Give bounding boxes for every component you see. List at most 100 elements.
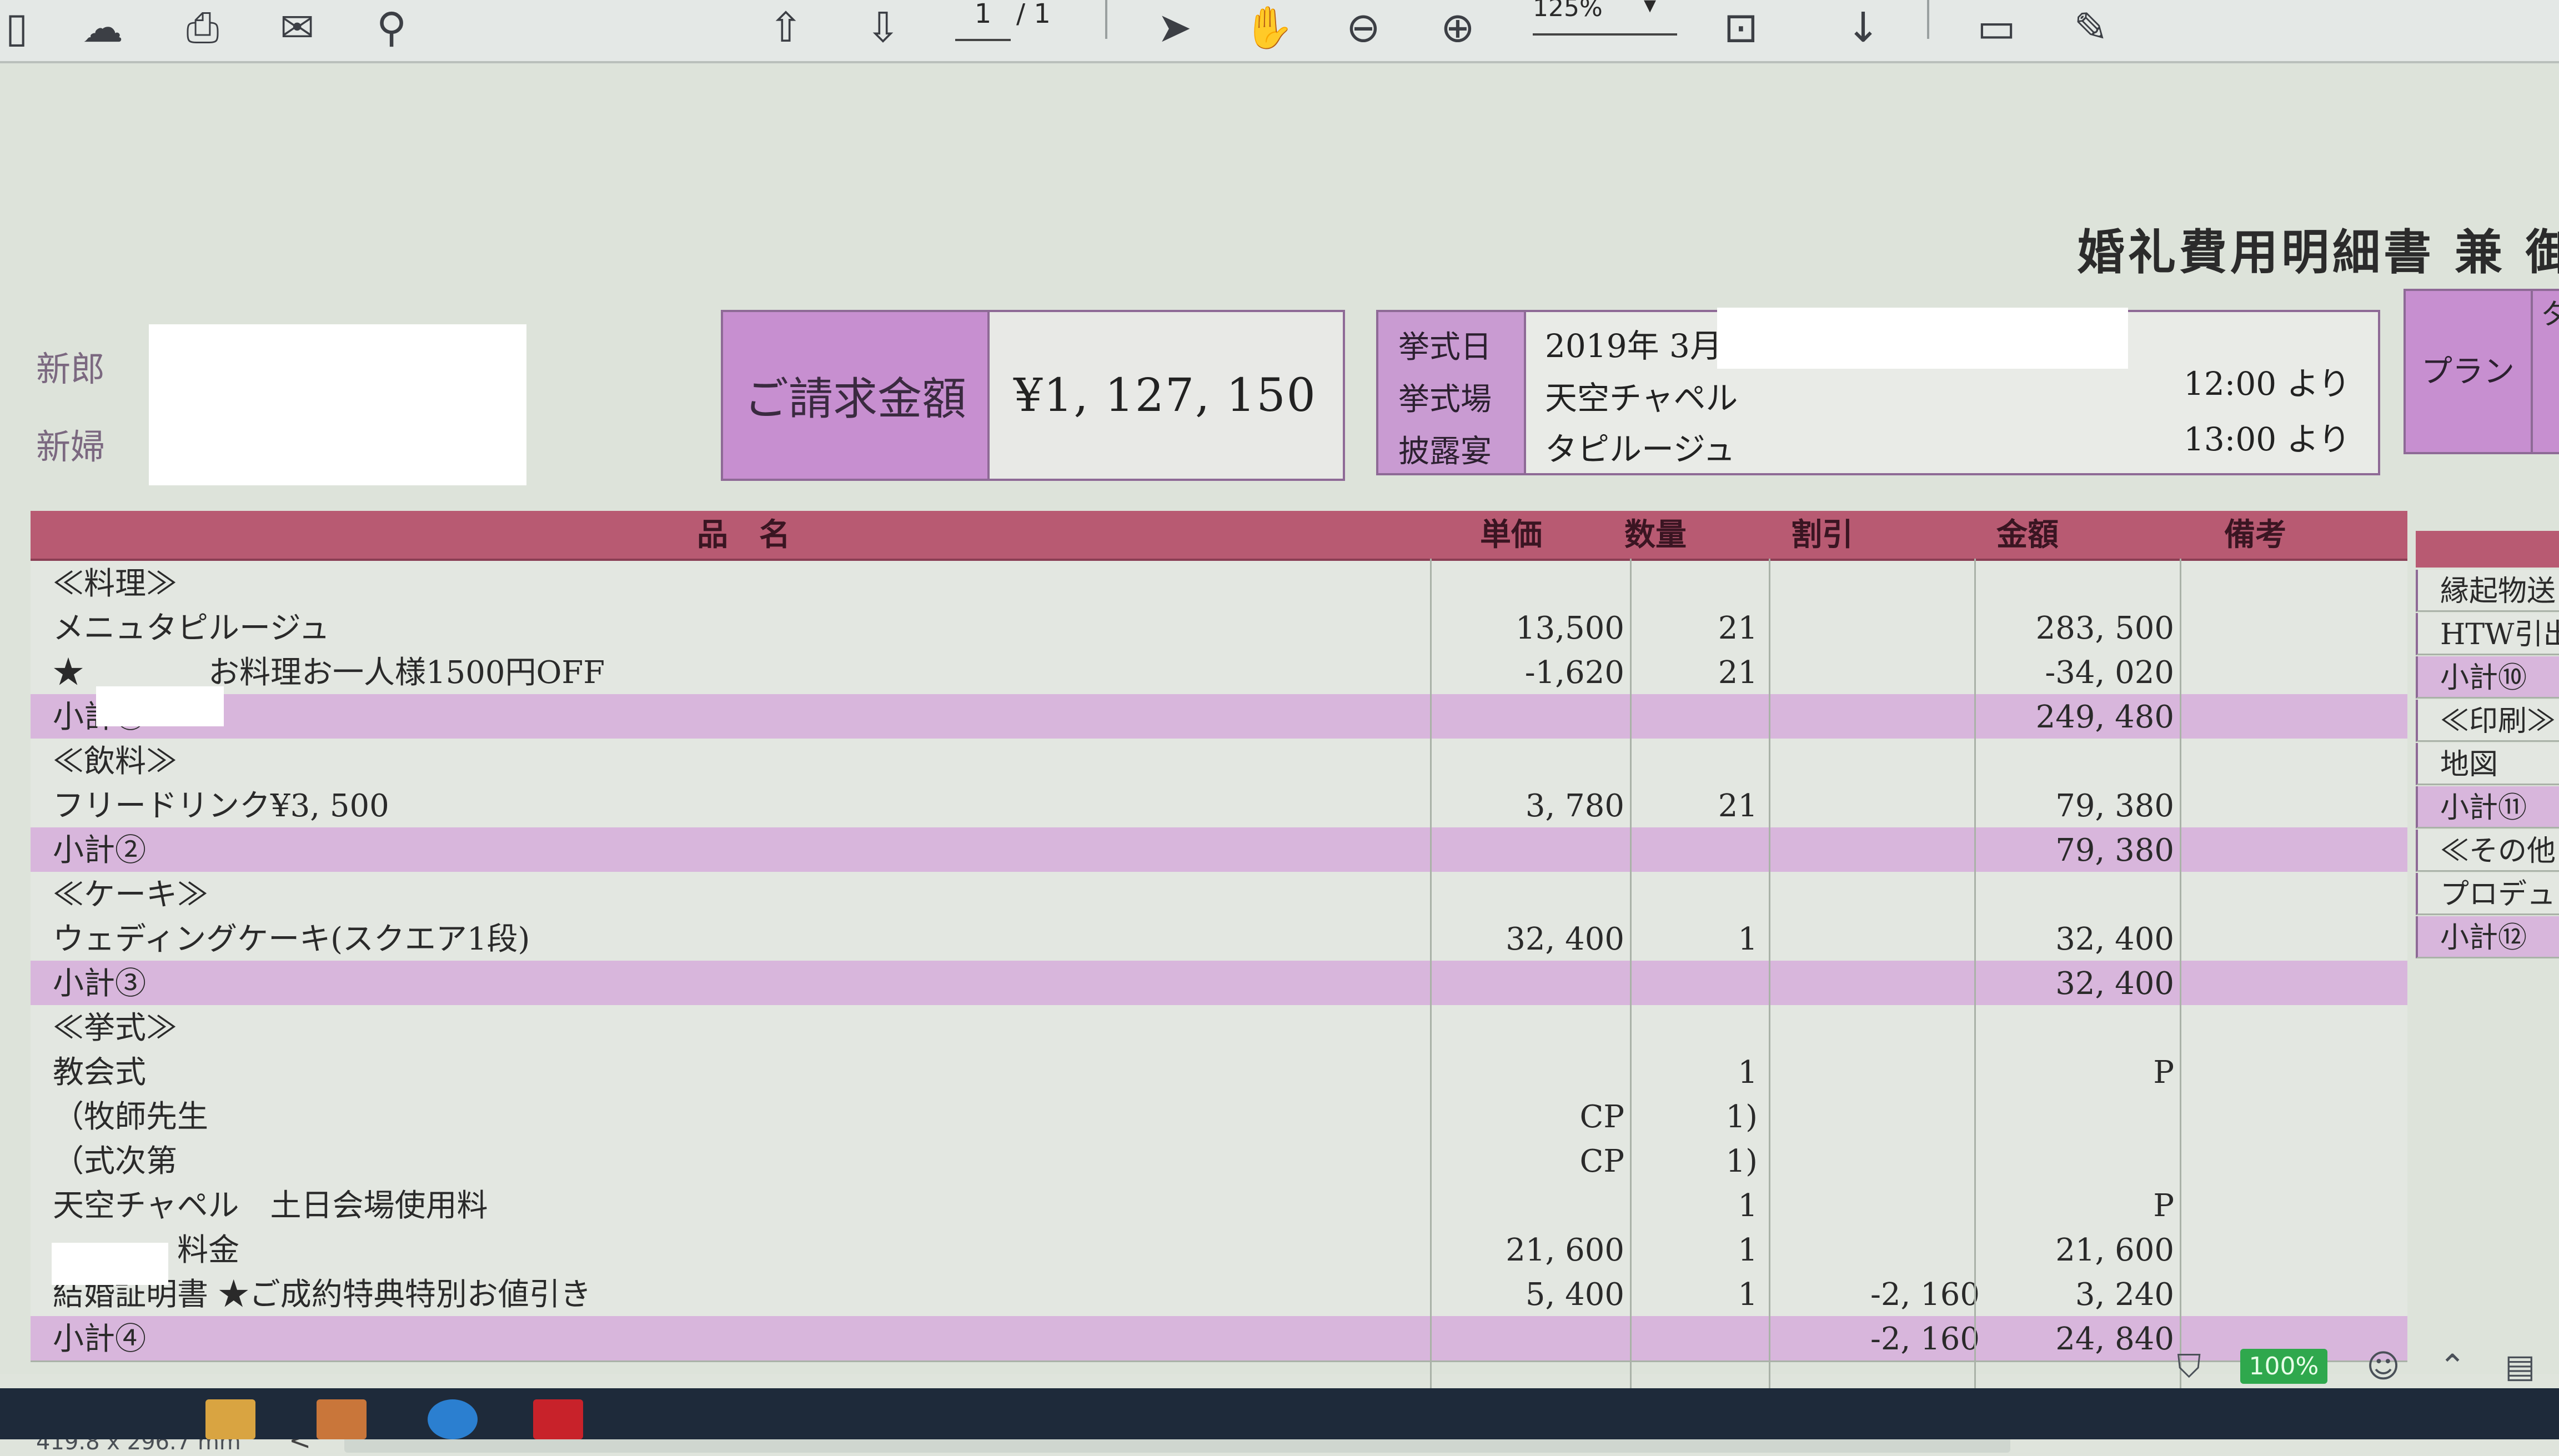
cell-quantity bbox=[1641, 827, 1758, 872]
cell-quantity: 1) bbox=[1725, 1143, 1758, 1179]
email-icon[interactable]: ✉ bbox=[267, 0, 328, 56]
cell-note bbox=[2185, 739, 2396, 783]
cell-quantity: 21 bbox=[1718, 610, 1758, 646]
cell-discount: -2, 160 bbox=[1870, 1277, 1980, 1313]
cell-unit-price bbox=[1441, 694, 1624, 739]
cell-item-name: （式次第 bbox=[53, 1143, 177, 1179]
comment-icon[interactable]: ▭ bbox=[1966, 0, 2027, 56]
cell-amount: 3, 240 bbox=[2075, 1277, 2174, 1313]
cell-note bbox=[2185, 916, 2396, 961]
table-row: 料金 21, 600 1 21, 600 bbox=[31, 1227, 2407, 1273]
reception-time: 13:00 より bbox=[2184, 420, 2351, 458]
cell-discount bbox=[1780, 1227, 1980, 1272]
table-row: 教会式 1 P bbox=[31, 1050, 2407, 1096]
venue-value: 天空チャペル bbox=[1545, 379, 1738, 417]
table-row: フリードリンク¥3, 500 3, 780 21 79, 380 bbox=[31, 783, 2407, 829]
battery-indicator[interactable]: 100% bbox=[2240, 1348, 2328, 1384]
pen-icon[interactable]: ✎ bbox=[2060, 0, 2121, 56]
info-labels-column: 挙式日 挙式場 披露宴 bbox=[1378, 312, 1526, 473]
cell-item-name: ≪飲料≫ bbox=[53, 744, 177, 780]
side-item-label: プロデュ bbox=[2440, 878, 2556, 911]
subtotal-row: 小計①249, 480 bbox=[31, 694, 2407, 740]
cell-unit-price: 3, 780 bbox=[1525, 788, 1624, 824]
cell-unit-price: CP bbox=[1579, 1099, 1624, 1135]
cell-amount: 32, 400 bbox=[2055, 921, 2174, 957]
cell-quantity: 1 bbox=[1738, 1188, 1758, 1224]
pdf-reader-icon[interactable] bbox=[533, 1399, 583, 1439]
table-header: 品 名 単価 数量 割引 金額 備考 bbox=[31, 511, 2407, 561]
cell-unit-price bbox=[1441, 561, 1624, 605]
network-icon[interactable]: ▤ bbox=[2505, 1347, 2535, 1385]
zoom-level-select[interactable]: 125% ▾ bbox=[1533, 0, 1677, 36]
page-down-icon[interactable]: ⇩ bbox=[852, 0, 914, 56]
cell-discount bbox=[1780, 1183, 1980, 1227]
side-table-row: プロデュ bbox=[2416, 873, 2559, 915]
side-item-label: HTW引出物 bbox=[2440, 618, 2559, 651]
cell-discount bbox=[1780, 1138, 1980, 1183]
page-number-input[interactable]: 1 bbox=[955, 0, 1011, 41]
cell-quantity bbox=[1641, 1005, 1758, 1050]
cell-quantity bbox=[1641, 561, 1758, 605]
cell-note bbox=[2185, 872, 2396, 916]
cell-amount: 249, 480 bbox=[2035, 699, 2174, 735]
cell-amount bbox=[1985, 1138, 2174, 1183]
redacted-text bbox=[52, 1243, 168, 1285]
table-row: ★ お料理お一人様1500円OFF -1,620 21 -34, 020 bbox=[31, 650, 2407, 696]
plan-box: プラン タ bbox=[2404, 289, 2559, 454]
page-up-icon[interactable]: ⇧ bbox=[755, 0, 816, 56]
toolbar-divider bbox=[1927, 0, 1929, 39]
cell-unit-price: 32, 400 bbox=[1506, 921, 1624, 957]
search-icon[interactable]: ⚲ bbox=[361, 0, 422, 56]
zoom-level: 125% bbox=[1533, 0, 1603, 22]
table-row: 天空チャペル 土日会場使用料 1 P bbox=[31, 1183, 2407, 1229]
cell-unit-price: -1,620 bbox=[1524, 655, 1624, 691]
side-cost-table: 縁起物送 HTW引出物小計⑩ ≪印刷≫ 地図小計⑪ ≪その他プロデュ小計⑫ bbox=[2416, 531, 2559, 964]
zoom-out-icon[interactable]: ⊖ bbox=[1333, 0, 1394, 56]
shield-icon[interactable]: ⛉ bbox=[2177, 1347, 2201, 1385]
column-divider bbox=[1769, 559, 1770, 1425]
groom-label: 新郎 bbox=[36, 349, 106, 389]
cell-item-name: ≪ケーキ≫ bbox=[53, 877, 208, 913]
plan-label: プラン bbox=[2421, 354, 2515, 390]
pdf-toolbar: ▯ ☁ ⎙ ✉ ⚲ ⇧ ⇩ 1 / 1 ➤ ✋ ⊖ ⊕ 125% ▾ ⊡ ↓ ▭ … bbox=[0, 0, 2559, 63]
side-subtotal-row: 小計⑪ bbox=[2416, 786, 2559, 829]
chevron-up-icon[interactable]: ⌃ bbox=[2439, 1347, 2466, 1385]
print-icon[interactable]: ⎙ bbox=[172, 0, 233, 56]
side-subtotal-row: 小計⑩ bbox=[2416, 656, 2559, 699]
redacted-date bbox=[1717, 308, 2128, 369]
file-explorer-icon[interactable] bbox=[205, 1399, 255, 1439]
table-row: （式次第 CP 1) bbox=[31, 1138, 2407, 1184]
hand-tool-icon[interactable]: ✋ bbox=[1238, 0, 1299, 56]
cell-note bbox=[2185, 605, 2396, 650]
venue-time: 12:00 より bbox=[2184, 365, 2351, 403]
people-icon[interactable]: ☺ bbox=[2366, 1347, 2400, 1385]
cell-amount: 24, 840 bbox=[2055, 1321, 2174, 1357]
side-table-header bbox=[2416, 531, 2559, 568]
header-qty: 数量 bbox=[1624, 516, 1687, 553]
cell-amount: 32, 400 bbox=[2055, 966, 2174, 1002]
cell-unit-price bbox=[1441, 827, 1624, 872]
ceremony-info-box: 挙式日 挙式場 披露宴 2019年 3月 天空チャペル 12:00 より タピル… bbox=[1376, 308, 2380, 475]
table-row: ≪ケーキ≫ bbox=[31, 872, 2407, 918]
cell-unit-price bbox=[1441, 739, 1624, 783]
fit-page-icon[interactable]: ⊡ bbox=[1710, 0, 1772, 56]
browser-icon[interactable] bbox=[428, 1399, 478, 1439]
cell-amount bbox=[1985, 1094, 2174, 1138]
cell-item-name: ≪挙式≫ bbox=[53, 1010, 177, 1046]
upload-icon[interactable]: ☁ bbox=[72, 0, 133, 56]
cell-discount bbox=[1780, 1005, 1980, 1050]
select-cursor-icon[interactable]: ➤ bbox=[1144, 0, 1205, 56]
zoom-in-icon[interactable]: ⊕ bbox=[1427, 0, 1488, 56]
cell-amount: -34, 020 bbox=[2045, 655, 2174, 691]
redacted-text bbox=[96, 686, 224, 726]
table-row: （牧師先生 CP 1) bbox=[31, 1094, 2407, 1140]
cell-note bbox=[2185, 1183, 2396, 1227]
save-icon[interactable]: ▯ bbox=[0, 0, 33, 56]
app-icon[interactable] bbox=[317, 1399, 367, 1439]
redacted-names bbox=[149, 324, 526, 485]
cell-quantity bbox=[1641, 694, 1758, 739]
cell-item-name: メニュタピルージュ bbox=[53, 610, 330, 646]
scroll-mode-icon[interactable]: ↓ bbox=[1833, 0, 1894, 56]
side-item-label: ≪印刷≫ bbox=[2440, 705, 2556, 738]
ceremony-date-label: 挙式日 bbox=[1398, 329, 1492, 365]
